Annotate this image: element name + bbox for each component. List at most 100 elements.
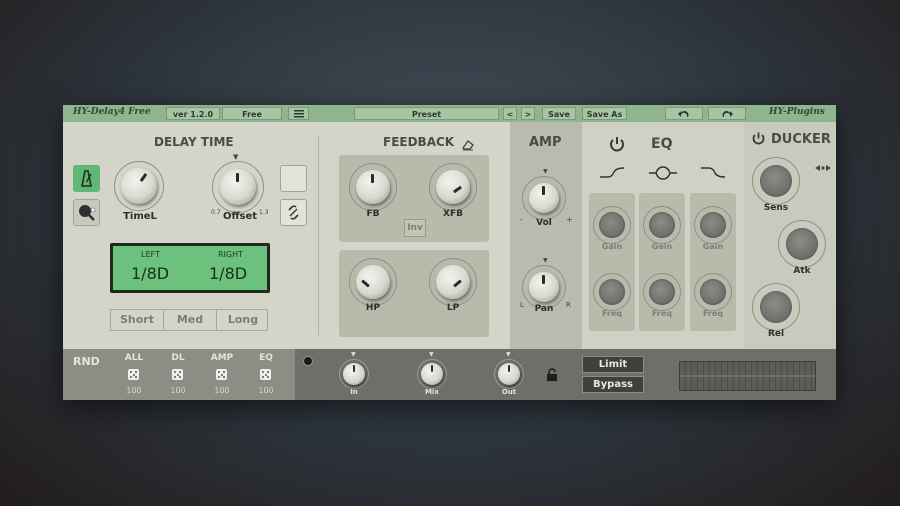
offset-center-marker: ▼: [233, 153, 239, 161]
sens-label: Sens: [763, 203, 789, 213]
save-as-button[interactable]: Save As: [582, 107, 627, 120]
link-toggle-button[interactable]: [280, 199, 307, 226]
offset-knob[interactable]: [212, 161, 264, 213]
xfb-label: XFB: [443, 209, 463, 219]
ping-pong-button[interactable]: [73, 199, 100, 226]
rnd-label: RND: [73, 355, 100, 368]
sens-knob[interactable]: [752, 157, 800, 205]
out-marker: ▼: [506, 351, 511, 358]
ducker-power-icon[interactable]: [751, 131, 766, 150]
eq-low-gain-label: Gain: [601, 242, 623, 251]
mix-label: Mix: [425, 388, 439, 396]
vol-knob[interactable]: [522, 176, 566, 220]
short-button[interactable]: Short: [111, 310, 164, 330]
ducker-title: DUCKER: [771, 132, 831, 147]
hamburger-icon: [293, 110, 304, 118]
vol-plus: +: [566, 215, 573, 224]
sidechain-arrows-icon[interactable]: [815, 157, 831, 176]
invert-button[interactable]: Inv: [404, 219, 426, 237]
med-button[interactable]: Med: [164, 310, 217, 330]
rnd-dl-value[interactable]: 100: [163, 386, 193, 395]
pan-label: Pan: [534, 304, 554, 314]
atk-knob[interactable]: [778, 220, 826, 268]
vol-label: Vol: [536, 218, 552, 228]
rnd-eq-label: EQ: [259, 353, 273, 363]
edition-label: Free: [222, 107, 282, 120]
plugin-window: HY-Delay4 Free ver 1.2.0 Free Preset < >…: [63, 105, 836, 400]
eq-title: EQ: [651, 136, 673, 152]
undo-button[interactable]: [665, 107, 703, 120]
long-button[interactable]: Long: [217, 310, 269, 330]
in-marker: ▼: [351, 351, 356, 358]
rnd-amp-label: AMP: [210, 353, 234, 363]
eq-mid-freq-knob[interactable]: [643, 273, 681, 311]
display-right-label: RIGHT: [218, 250, 244, 259]
xfb-knob[interactable]: [429, 163, 477, 211]
vol-marker: ▼: [543, 168, 548, 175]
eraser-icon[interactable]: [461, 136, 475, 155]
eq-high-freq-knob[interactable]: [694, 273, 732, 311]
pan-marker: ▼: [543, 257, 548, 264]
level-meter: [679, 361, 816, 391]
eq-mid-freq-label: Freq: [651, 309, 673, 318]
lock-icon[interactable]: [546, 367, 558, 386]
mix-marker: ▼: [429, 351, 434, 358]
eq-low-freq-label: Freq: [601, 309, 623, 318]
eq-power-icon[interactable]: [608, 135, 626, 157]
feedback-title: FEEDBACK: [383, 135, 455, 149]
redo-icon: [722, 110, 733, 117]
in-knob[interactable]: [339, 359, 369, 389]
delay-display: LEFT RIGHT 1/8D 1/8D: [110, 243, 270, 293]
rnd-amp-dice-icon[interactable]: [216, 369, 227, 380]
redo-button[interactable]: [708, 107, 746, 120]
blank-toggle-button[interactable]: [280, 165, 307, 192]
eq-low-freq-knob[interactable]: [593, 273, 631, 311]
rel-label: Rel: [767, 329, 785, 339]
rnd-dl-label: DL: [171, 353, 185, 363]
section-divider: [318, 135, 319, 335]
eq-high-gain-label: Gain: [702, 242, 724, 251]
range-button-group: Short Med Long: [110, 309, 268, 331]
bell-icon: [648, 165, 678, 184]
status-led: [303, 356, 313, 366]
in-label: In: [350, 388, 358, 396]
rnd-all-dice-icon[interactable]: [128, 369, 139, 380]
bypass-button[interactable]: Bypass: [582, 376, 644, 393]
rnd-eq-value[interactable]: 100: [251, 386, 281, 395]
limit-button[interactable]: Limit: [582, 356, 644, 373]
high-shelf-icon: [700, 165, 726, 184]
rnd-all-label: ALL: [124, 353, 144, 363]
unlink-icon: [288, 205, 299, 220]
eq-high-gain-knob[interactable]: [694, 206, 732, 244]
mix-knob[interactable]: [417, 359, 447, 389]
tempo-sync-button[interactable]: [73, 165, 100, 192]
fb-knob[interactable]: [349, 163, 397, 211]
offset-label: Offset: [222, 211, 258, 222]
pan-r-label: R: [566, 301, 571, 309]
out-knob[interactable]: [494, 359, 524, 389]
amp-section: [510, 122, 582, 349]
ping-pong-icon: [79, 205, 96, 221]
save-button[interactable]: Save: [542, 107, 576, 120]
rnd-dl-dice-icon[interactable]: [172, 369, 183, 380]
rnd-eq-dice-icon[interactable]: [260, 369, 271, 380]
prev-preset-button[interactable]: <: [503, 107, 517, 120]
atk-label: Atk: [793, 266, 811, 276]
display-left-value: 1/8D: [131, 264, 170, 283]
eq-mid-gain-knob[interactable]: [643, 206, 681, 244]
time-l-knob[interactable]: [114, 161, 164, 211]
preset-field[interactable]: Preset: [354, 107, 499, 120]
eq-low-gain-knob[interactable]: [593, 206, 631, 244]
vol-minus: -: [520, 215, 523, 224]
menu-button[interactable]: [288, 107, 309, 120]
pan-knob[interactable]: [522, 265, 566, 309]
version-label: ver 1.2.0: [166, 107, 220, 120]
eq-high-freq-label: Freq: [702, 309, 724, 318]
lp-knob[interactable]: [429, 258, 477, 306]
next-preset-button[interactable]: >: [521, 107, 535, 120]
amp-title: AMP: [529, 135, 562, 150]
rel-knob[interactable]: [752, 283, 800, 331]
rnd-amp-value[interactable]: 100: [207, 386, 237, 395]
rnd-all-value[interactable]: 100: [119, 386, 149, 395]
hp-knob[interactable]: [349, 258, 397, 306]
